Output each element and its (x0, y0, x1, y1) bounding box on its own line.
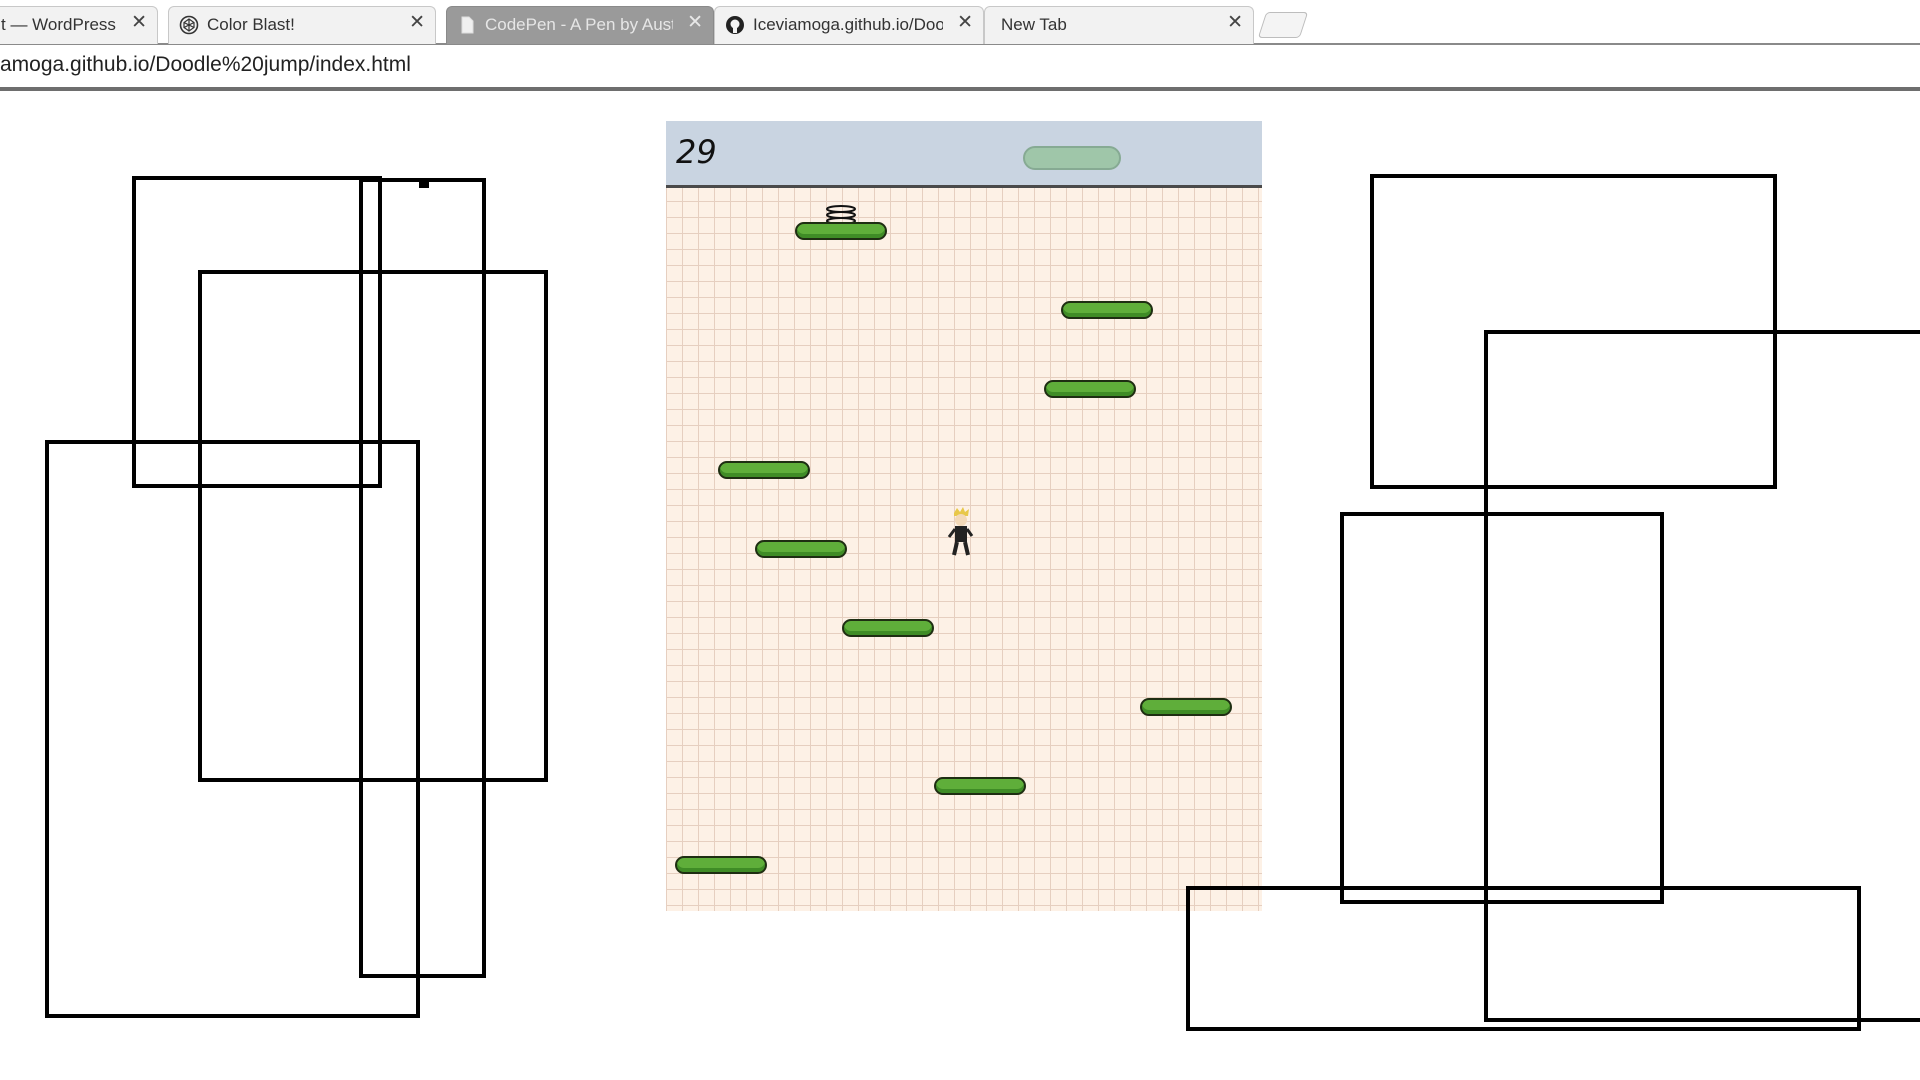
close-icon[interactable]: ✕ (131, 13, 147, 33)
score-label: 29 (676, 133, 717, 171)
url-text[interactable]: amoga.github.io/Doodle%20jump/index.html (0, 53, 411, 77)
tab-codepen[interactable]: CodePen - A Pen by Aust ✕ (446, 6, 714, 44)
tab-github[interactable]: Iceviamoga.github.io/Doo ✕ (714, 6, 984, 44)
platform (934, 777, 1026, 795)
tab-title: New Tab (1001, 15, 1067, 34)
github-icon (726, 16, 744, 34)
platform (1044, 380, 1136, 398)
platform (795, 222, 887, 240)
platform (842, 619, 934, 637)
codepen-icon (179, 15, 199, 35)
tab-title: Color Blast! (207, 15, 295, 34)
tab-title: t — WordPress.c (1, 15, 117, 34)
player-character-icon (947, 507, 974, 556)
tab-title: CodePen - A Pen by Aust (485, 15, 673, 34)
game-canvas[interactable]: 29 (666, 121, 1262, 911)
platform (755, 540, 847, 558)
new-tab-button[interactable] (1257, 12, 1309, 38)
outline-rectangle (1186, 886, 1861, 1031)
close-icon[interactable]: ✕ (1227, 13, 1243, 33)
moving-platform (1023, 146, 1121, 170)
tab-new-tab[interactable]: New Tab ✕ (984, 6, 1254, 44)
address-bar[interactable]: amoga.github.io/Doodle%20jump/index.html (0, 45, 1920, 91)
tab-color-blast[interactable]: Color Blast! ✕ (168, 6, 436, 44)
small-square (419, 178, 429, 188)
close-icon[interactable]: ✕ (409, 13, 425, 33)
outline-rectangle (45, 440, 420, 1018)
score-bar: 29 (666, 121, 1262, 188)
page-icon (461, 16, 474, 34)
platform (675, 856, 767, 874)
tab-strip: t — WordPress.c ✕ Color Blast! ✕ CodePen… (0, 0, 1920, 45)
tab-wordpress[interactable]: t — WordPress.c ✕ (0, 6, 158, 44)
close-icon[interactable]: ✕ (957, 13, 973, 33)
platform (1140, 698, 1232, 716)
platform (1061, 301, 1153, 319)
close-icon[interactable]: ✕ (687, 13, 703, 33)
outline-rectangle (1340, 512, 1664, 904)
tab-title: Iceviamoga.github.io/Doo (753, 15, 943, 34)
platform (718, 461, 810, 479)
